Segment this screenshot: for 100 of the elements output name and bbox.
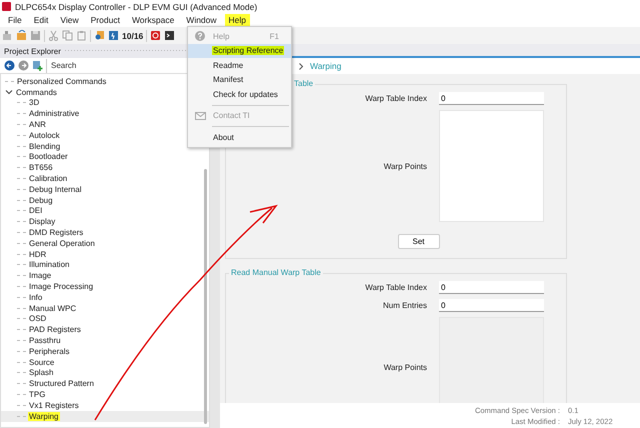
tree-item[interactable]: OSD [1, 314, 209, 324]
tree-item-label: Debug Internal [28, 184, 82, 194]
back-icon[interactable] [4, 60, 15, 71]
tree-item-label: Manual WPC [28, 304, 78, 313]
mail-icon [194, 112, 206, 120]
menu-item-label: Scripting Reference [212, 46, 284, 56]
group-title: Table [292, 79, 316, 88]
document-icon[interactable] [108, 30, 119, 41]
scrollbar[interactable] [204, 169, 207, 424]
menu-item[interactable]: Help [224, 14, 250, 26]
tree-item-label: TPG [28, 390, 46, 399]
tree-item[interactable]: Splash [1, 368, 209, 378]
tree-item-label: DMD Registers [28, 228, 84, 238]
tree-item-label: Personalized Commands [16, 76, 108, 86]
tree-item[interactable]: Image Processing [1, 281, 209, 292]
tree-item[interactable]: Passthru [1, 335, 209, 346]
menu-item-label: About [212, 132, 235, 142]
add-document-icon[interactable] [32, 60, 43, 71]
menu-item[interactable]: Workspace [128, 14, 178, 26]
tree-item[interactable]: Debug Internal [1, 184, 209, 195]
menu-item-label: Contact TI [212, 111, 251, 120]
tree-item-label: Autolock [28, 130, 61, 140]
tree-item-label: Bootloader [28, 152, 69, 162]
field-label: Warp Points [384, 362, 427, 372]
tree-item[interactable]: Debug [1, 194, 209, 206]
tree-item[interactable]: General Operation [1, 238, 209, 249]
menu-item-label: Readme [212, 60, 244, 70]
forward-icon[interactable] [18, 60, 29, 71]
tree-item-label: Structured Pattern [28, 379, 95, 388]
tree-item[interactable]: Warping [1, 410, 209, 422]
stop-icon[interactable] [150, 30, 162, 41]
tree-item-label: Calibration [28, 174, 68, 184]
tree-item-label: Vx1 Registers [28, 400, 80, 410]
menu-item[interactable]: View [56, 14, 83, 26]
new-folder-icon[interactable] [2, 30, 13, 41]
chevron-down-icon[interactable] [5, 88, 13, 96]
field-label: Warp Points [384, 162, 427, 171]
tree-item[interactable]: Display [1, 216, 209, 228]
tree-item-label: Image Processing [28, 282, 94, 292]
paste-icon[interactable] [76, 30, 87, 41]
open-folder-icon[interactable] [16, 30, 27, 41]
tree-item[interactable]: Source [1, 356, 209, 368]
menu-item-label: Check for updates [212, 90, 279, 99]
input-field[interactable]: 0 [439, 92, 544, 106]
tree-item[interactable]: DEI [1, 206, 209, 216]
tree-item-label: Display [28, 217, 56, 226]
search-document-icon[interactable] [94, 30, 105, 41]
input-field[interactable]: 0 [439, 281, 544, 294]
tree-item[interactable]: Info [1, 292, 209, 303]
tree-item[interactable]: Peripherals [1, 346, 209, 357]
tree-item-label: General Operation [28, 238, 96, 248]
tree-item[interactable]: Structured Pattern [1, 378, 209, 390]
tree-item-label: Administrative [28, 109, 80, 118]
tree-item-label: Image [28, 271, 52, 280]
tree-item-label: Splash [28, 368, 54, 378]
chevron-right-icon [298, 62, 304, 70]
field-label: Warp Table Index [365, 283, 427, 292]
panel-title: Project Explorer [4, 46, 64, 56]
tree-item[interactable]: HDR [1, 248, 209, 260]
menu-item[interactable]: Window [182, 14, 221, 26]
page-counter: 10/16 [122, 30, 144, 40]
menu-item[interactable]: File [4, 14, 26, 26]
tree-item[interactable]: DMD Registers [1, 227, 209, 238]
tree-item[interactable]: Manual WPC [1, 302, 209, 314]
menu-item[interactable]: Scripting Reference [188, 44, 291, 58]
tree-item-label: BT656 [28, 163, 54, 172]
field-label: Warp Table Index [365, 94, 427, 104]
tree-item[interactable]: BT656 [1, 162, 209, 174]
tree-item[interactable]: Illumination [1, 260, 209, 270]
set-button[interactable]: Set [398, 234, 440, 250]
shortcut-label: F1 [270, 32, 279, 41]
tree-item-label: ANR [28, 120, 47, 130]
tree-item[interactable]: Vx1 Registers [1, 400, 209, 411]
copy-icon[interactable] [62, 30, 73, 41]
tree-item-label: 3D [28, 98, 40, 108]
tree-item[interactable]: Bootloader [1, 152, 209, 162]
save-icon[interactable] [30, 30, 41, 41]
input-field[interactable]: 0 [439, 299, 544, 312]
tree-item[interactable]: TPG [1, 389, 209, 400]
tree-item-label: Warping [28, 412, 60, 421]
tree-item-label: Passthru [28, 336, 62, 346]
tree-item-label: HDR [28, 250, 48, 259]
cut-icon[interactable] [48, 30, 59, 41]
tree-item-label: PAD Registers [28, 325, 82, 334]
tree-item[interactable]: PAD Registers [1, 324, 209, 336]
menu-item[interactable]: Product [86, 14, 124, 26]
tree-item[interactable]: Image [1, 270, 209, 282]
group-title: Read Manual Warp Table [229, 268, 323, 278]
menu-item-label: Help [212, 32, 230, 41]
field-label: Num Entries [382, 301, 427, 310]
tree-item-label: Illumination [28, 260, 70, 270]
tree-item-label: Source [28, 358, 56, 367]
tree-item-label: Info [28, 292, 44, 302]
tree-item-label: OSD [28, 314, 48, 324]
tree-item-label: Peripherals [28, 346, 70, 356]
menu-item-label: Manifest [212, 75, 244, 84]
tree-item[interactable]: Calibration [1, 173, 209, 184]
console-icon[interactable] [164, 30, 176, 41]
menu-item[interactable]: Edit [30, 14, 52, 26]
tree-item-label: DEI [28, 206, 44, 216]
